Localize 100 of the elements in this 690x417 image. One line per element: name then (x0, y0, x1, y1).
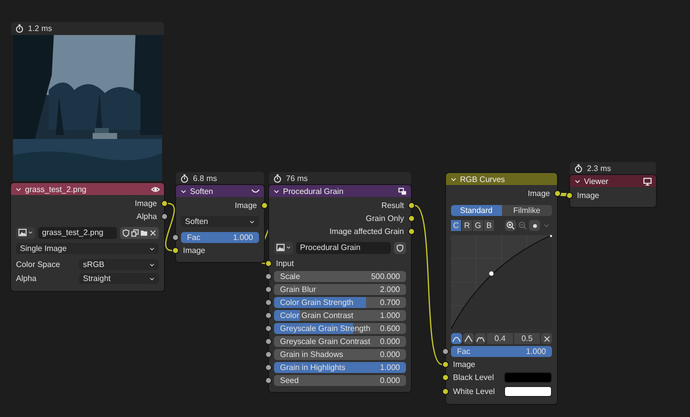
zoom-in-button[interactable] (505, 220, 516, 231)
shield-icon (122, 228, 130, 236)
curve-icon (251, 186, 260, 196)
socket[interactable] (566, 192, 573, 199)
socket[interactable] (265, 312, 272, 319)
monitor-icon (643, 176, 652, 186)
socket-label: Alpha (136, 212, 157, 221)
name-field[interactable]: grass_test_2.png (38, 226, 117, 238)
name-field[interactable]: Procedural Grain (296, 242, 391, 254)
stopwatch-icon (180, 174, 189, 183)
collapse-chevron-icon (450, 176, 457, 182)
caret-icon (28, 230, 33, 235)
socket-label: Image (183, 246, 206, 255)
socket[interactable] (442, 348, 449, 355)
channel-button[interactable]: R (462, 220, 472, 231)
node-title: Procedural Grain (283, 186, 344, 196)
duplicate-icon (131, 228, 139, 236)
value-slider[interactable]: Grain in Highlights 1.000 (274, 362, 406, 373)
caret-icon (149, 262, 155, 268)
zoom-out-icon (518, 221, 527, 230)
socket[interactable] (265, 338, 272, 345)
socket-label: Image (134, 199, 157, 208)
timer-label: 76 ms (286, 174, 308, 183)
socket[interactable] (408, 228, 415, 235)
caret-icon (249, 218, 255, 224)
socket[interactable] (265, 299, 272, 306)
zoom-in-icon (506, 221, 515, 230)
socket[interactable] (161, 200, 168, 207)
eye-icon (151, 184, 160, 194)
dropdown[interactable]: Soften (181, 216, 259, 227)
caret-icon (149, 276, 155, 282)
folder-icon (140, 228, 148, 236)
dropdown[interactable]: Straight (79, 273, 159, 284)
channel-button[interactable]: C (451, 220, 461, 231)
handle-type-button[interactable] (475, 333, 486, 344)
socket-label: Image (528, 189, 550, 198)
stopwatch-icon (574, 164, 583, 173)
handle-type-button[interactable] (451, 333, 462, 344)
browse-button[interactable] (16, 226, 35, 238)
stopwatch-icon (273, 174, 282, 183)
image-icon (18, 228, 27, 237)
socket-label: Result (381, 201, 404, 210)
socket[interactable] (554, 190, 561, 197)
value-slider[interactable]: Fac 1.000 (181, 232, 259, 243)
node-title: RGB Curves (460, 174, 506, 184)
socket[interactable] (265, 286, 272, 293)
socket[interactable] (408, 215, 415, 222)
channel-button[interactable]: G (473, 220, 483, 231)
socket[interactable] (161, 213, 168, 220)
socket-label: Black Level (453, 373, 495, 382)
socket[interactable] (261, 202, 268, 209)
socket[interactable] (265, 364, 272, 371)
mode-tab[interactable]: Standard (451, 205, 502, 216)
socket-label: Input (276, 259, 294, 268)
dot-button[interactable] (529, 220, 540, 231)
node-title: Soften (190, 186, 214, 196)
value-slider[interactable]: Color Grain Strength 0.700 (274, 297, 406, 308)
stopwatch-icon (15, 24, 24, 33)
socket[interactable] (172, 234, 179, 241)
point-field[interactable]: 0.5 (514, 333, 540, 344)
socket-label: White Level (453, 387, 496, 396)
socket[interactable] (265, 351, 272, 358)
collapse-chevron-icon (574, 178, 581, 184)
shield-icon (396, 244, 404, 252)
node-title: Viewer (584, 176, 610, 186)
caret-icon (286, 245, 291, 250)
collapse-chevron-icon (15, 186, 22, 192)
handle-type-button[interactable] (463, 333, 474, 344)
value-slider[interactable]: Color Grain Contrast 1.000 (274, 310, 406, 321)
socket[interactable] (408, 202, 415, 209)
browse-button[interactable] (274, 242, 293, 254)
socket[interactable] (172, 247, 179, 254)
color-swatch[interactable] (504, 386, 552, 397)
node-title: grass_test_2.png (25, 184, 88, 194)
socket[interactable] (265, 273, 272, 280)
socket[interactable] (265, 377, 272, 384)
socket-label: Grain Only (366, 214, 404, 223)
caret-icon (543, 222, 550, 229)
point-field[interactable]: 0.4 (487, 333, 513, 344)
property-label: Alpha (16, 274, 38, 283)
close-icon (149, 228, 157, 236)
image-icon (276, 243, 285, 252)
color-swatch[interactable] (504, 372, 552, 383)
channel-button[interactable]: B (484, 220, 494, 231)
socket[interactable] (442, 361, 449, 368)
socket-label: Image (453, 360, 476, 369)
timer-label: 2.3 ms (587, 164, 612, 173)
collapse-chevron-icon (273, 188, 280, 194)
socket[interactable] (265, 260, 272, 267)
mode-tab[interactable]: Filmlike (502, 205, 552, 216)
node-group-icon (398, 186, 407, 196)
collapse-chevron-icon (180, 188, 187, 194)
dropdown[interactable]: sRGB (79, 259, 159, 270)
close-icon (542, 334, 550, 342)
delete-button[interactable] (541, 333, 552, 344)
socket[interactable] (265, 325, 272, 332)
dropdown[interactable]: Single Image (16, 243, 159, 254)
timer-label: 6.8 ms (193, 174, 218, 183)
dot-icon (530, 222, 538, 230)
value-slider[interactable]: Fac 1.000 (451, 346, 552, 357)
